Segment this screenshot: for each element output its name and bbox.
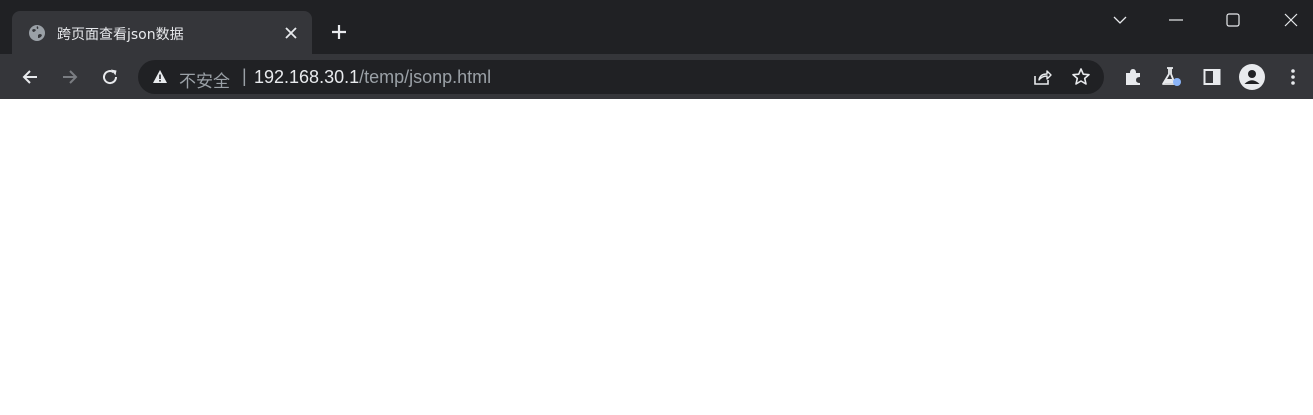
- extensions-button[interactable]: [1120, 64, 1146, 90]
- forward-button[interactable]: [57, 64, 83, 90]
- security-separator: |: [242, 66, 247, 86]
- sidepanel-icon: [1203, 69, 1221, 85]
- tab-strip: 跨页面查看json数据: [0, 0, 1313, 54]
- puzzle-icon: [1126, 69, 1140, 85]
- toolbar: 不安全 | 192.168.30.1/temp/jsonp.html: [0, 54, 1313, 99]
- labs-button[interactable]: [1158, 64, 1184, 90]
- warning-icon[interactable]: [152, 69, 168, 85]
- reload-icon: [103, 69, 118, 85]
- address-bar[interactable]: 不安全 | 192.168.30.1/temp/jsonp.html: [138, 60, 1104, 94]
- forward-arrow-icon: [63, 70, 78, 84]
- active-tab[interactable]: 跨页面查看json数据: [12, 11, 312, 54]
- flask-icon: [1162, 67, 1181, 86]
- close-window-button[interactable]: [1277, 6, 1305, 34]
- back-arrow-icon: [22, 70, 37, 84]
- bookmark-star-icon[interactable]: [1070, 66, 1092, 88]
- minimize-icon: [1169, 19, 1183, 21]
- side-panel-button[interactable]: [1199, 64, 1225, 90]
- globe-icon: [28, 24, 46, 42]
- new-tab-button[interactable]: [327, 20, 351, 44]
- security-label[interactable]: 不安全: [179, 67, 230, 92]
- profile-button[interactable]: [1239, 64, 1265, 90]
- menu-button[interactable]: [1280, 64, 1306, 90]
- url-host: 192.168.30.1: [254, 67, 360, 87]
- url-text[interactable]: 192.168.30.1/temp/jsonp.html: [254, 67, 491, 88]
- reload-button[interactable]: [97, 64, 123, 90]
- profile-icon: [1239, 64, 1265, 90]
- maximize-button[interactable]: [1219, 6, 1247, 34]
- kebab-menu-icon: [1291, 69, 1295, 85]
- tab-search-button[interactable]: [1106, 6, 1134, 34]
- chevron-down-icon: [1113, 16, 1127, 24]
- share-icon[interactable]: [1031, 66, 1053, 88]
- browser-window: 跨页面查看json数据 不安全 | 192.168.30.1/temp/json…: [0, 0, 1313, 415]
- url-path: /temp/jsonp.html: [359, 67, 492, 87]
- tab-close-icon[interactable]: [281, 23, 301, 43]
- close-icon: [1284, 13, 1298, 27]
- page-content: [0, 99, 1313, 415]
- minimize-button[interactable]: [1162, 6, 1190, 34]
- plus-icon: [332, 25, 346, 39]
- back-button[interactable]: [17, 64, 43, 90]
- maximize-icon: [1226, 13, 1240, 27]
- window-left-edge: [0, 99, 2, 415]
- tab-title: 跨页面查看json数据: [57, 27, 184, 43]
